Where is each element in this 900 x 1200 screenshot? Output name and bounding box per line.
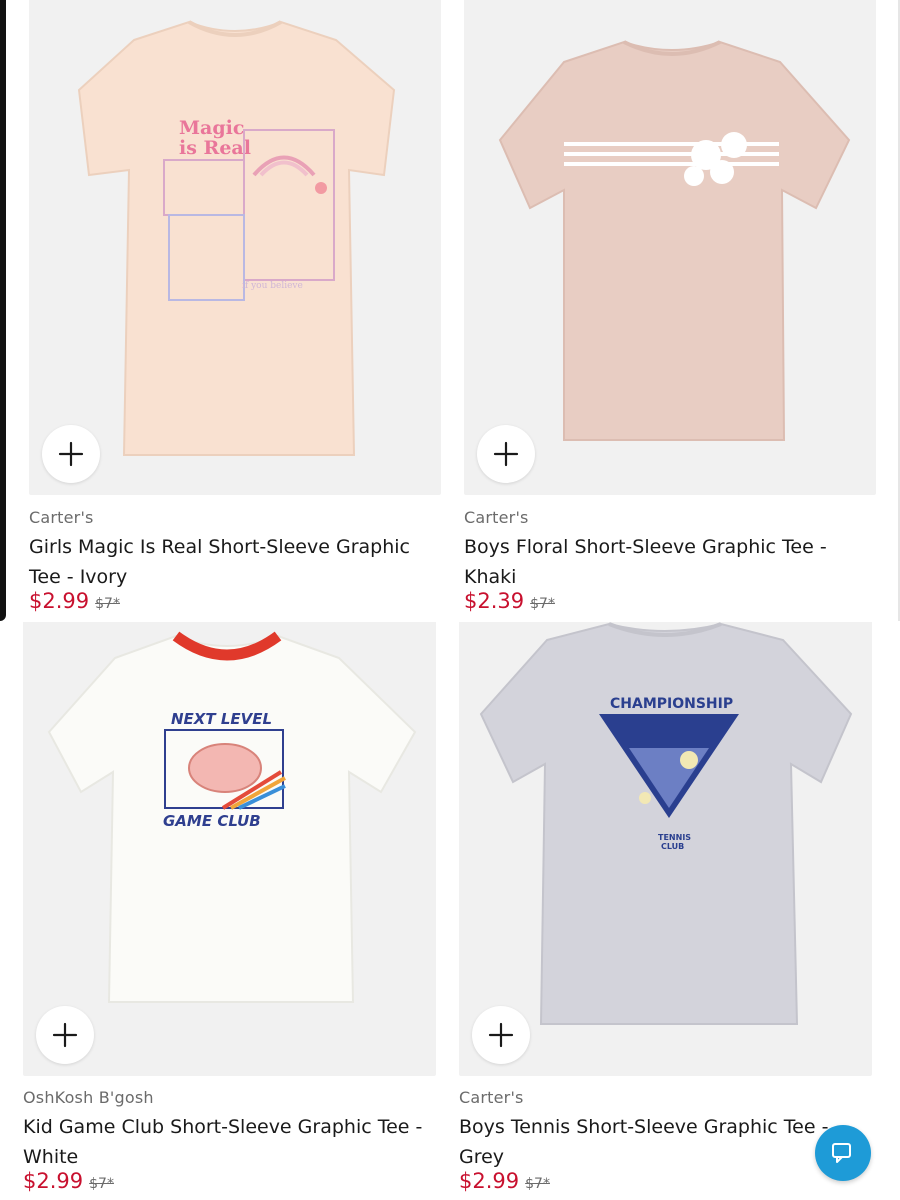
original-price: $7* [530,596,555,612]
tee-ivory-image: Magic is Real if you believe [77,20,396,456]
plus-icon [493,441,519,467]
graphic-text-line1: NEXT LEVEL [171,710,272,728]
product-card[interactable]: NEXT LEVEL GAME CLUB OshKosh B'gosh Kid … [23,622,436,1200]
product-brand: Carter's [459,1088,524,1107]
plus-icon [58,441,84,467]
chat-bubble-icon [832,1143,851,1163]
sale-price: $2.99 [23,1169,84,1193]
add-to-bag-button[interactable] [472,1006,530,1064]
graphic-text-line2: is Real [179,137,251,159]
tee-khaki-image [498,40,851,441]
plus-icon [488,1022,514,1048]
add-to-bag-button[interactable] [42,425,100,483]
tee-white-image: NEXT LEVEL GAME CLUB [47,631,417,1003]
product-title[interactable]: Kid Game Club Short-Sleeve Graphic Tee -… [23,1112,436,1172]
original-price: $7* [525,1176,550,1192]
panel-edge [0,0,6,621]
original-price: $7* [89,1176,114,1192]
plus-icon [52,1022,78,1048]
product-title[interactable]: Girls Magic Is Real Short-Sleeve Graphic… [29,532,441,592]
product-image[interactable]: CHAMPIONSHIP TENNIS CLUB [459,622,872,1076]
product-image[interactable]: NEXT LEVEL GAME CLUB [23,622,436,1076]
product-brand: OshKosh B'gosh [23,1088,154,1107]
add-to-bag-button[interactable] [477,425,535,483]
chat-button[interactable] [815,1125,871,1181]
graphic-text-line1: Magic [179,117,244,139]
original-price: $7* [95,596,120,612]
product-brand: Carter's [29,508,94,527]
graphic-text-line1: CHAMPIONSHIP [610,696,733,712]
graphic-small-text: if you believe [242,281,303,291]
product-image[interactable]: Magic is Real if you believe [29,0,441,495]
product-title[interactable]: Boys Floral Short-Sleeve Graphic Tee - K… [464,532,864,592]
sale-price: $2.39 [464,589,525,613]
graphic-text-line3: CLUB [661,842,684,851]
product-card[interactable]: Carter's Boys Floral Short-Sleeve Graphi… [464,0,876,620]
add-to-bag-button[interactable] [36,1006,94,1064]
product-card[interactable]: CHAMPIONSHIP TENNIS CLUB Carter's Boys T… [459,622,872,1200]
product-title[interactable]: Boys Tennis Short-Sleeve Graphic Tee - G… [459,1112,869,1172]
graphic-text-line2: GAME CLUB [163,812,261,830]
tee-grey-image: CHAMPIONSHIP TENNIS CLUB [479,622,853,1025]
product-brand: Carter's [464,508,529,527]
product-card[interactable]: Magic is Real if you believe Carter's Gi… [29,0,441,620]
sale-price: $2.99 [459,1169,520,1193]
product-image[interactable] [464,0,876,495]
sale-price: $2.99 [29,589,90,613]
graphic-text-line2: TENNIS [658,833,691,842]
